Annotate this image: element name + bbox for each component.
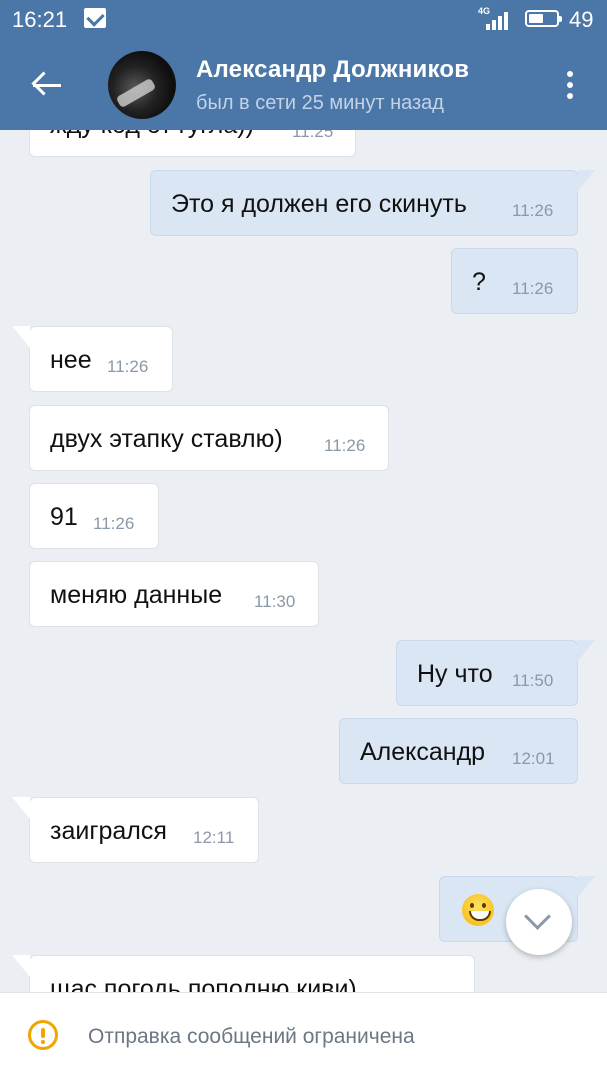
- last-seen-status: был в сети 25 минут назад: [196, 92, 444, 114]
- message-time: 11:30: [254, 592, 296, 611]
- message-time: 11:26: [512, 201, 554, 220]
- more-vertical-icon[interactable]: [560, 68, 580, 102]
- notification-icon: [84, 8, 106, 28]
- chat-header: Александр Должников был в сети 25 минут …: [0, 40, 607, 130]
- message-bubble[interactable]: меняю данные 11:30: [29, 561, 319, 627]
- message-bubble[interactable]: двух этапку ставлю) 11:26: [29, 405, 389, 471]
- message-time: 12:11: [193, 828, 235, 847]
- restriction-bar: Отправка сообщений ограничена: [0, 992, 607, 1081]
- battery-percent: 49: [569, 7, 594, 32]
- warning-icon: [28, 1020, 58, 1050]
- avatar[interactable]: [108, 51, 176, 119]
- message-bubble[interactable]: заигрался 12:11: [12, 797, 259, 863]
- message-text: двух этапку ставлю): [50, 425, 283, 453]
- message-bubble[interactable]: Александр 12:01: [339, 718, 578, 784]
- message-text: Ну что: [417, 660, 493, 688]
- message-time: 11:26: [93, 514, 135, 533]
- message-time: 11:26: [324, 436, 366, 455]
- status-bar: 16:21 4G 49: [0, 0, 607, 40]
- message-text: 91: [50, 503, 78, 531]
- message-bubble[interactable]: ? 11:26: [451, 248, 578, 314]
- message-text: Александр: [360, 738, 486, 766]
- message-text: Это я должен его скинуть: [171, 190, 467, 218]
- signal-icon: [486, 10, 512, 30]
- message-text: ?: [472, 268, 486, 296]
- message-text: заигрался: [50, 817, 167, 845]
- message-bubble[interactable]: Это я должен его скинуть 11:26: [150, 170, 595, 236]
- chevron-down-icon[interactable]: [506, 889, 572, 955]
- arrow-left-icon[interactable]: [30, 68, 66, 102]
- message-text: нее: [50, 346, 92, 374]
- message-time: 11:50: [512, 671, 554, 690]
- message-time: 11:26: [512, 279, 554, 298]
- message-bubble[interactable]: Ну что 11:50: [396, 640, 595, 706]
- restriction-text: Отправка сообщений ограничена: [88, 1025, 415, 1048]
- message-bubble[interactable]: нее 11:26: [12, 326, 173, 392]
- message-time: 12:01: [512, 749, 555, 768]
- message-text: меняю данные: [50, 581, 223, 609]
- battery-icon: [525, 10, 562, 27]
- message-time: 11:26: [107, 357, 149, 376]
- status-time: 16:21: [12, 7, 68, 32]
- grinning-face-emoji: [462, 894, 494, 926]
- contact-name[interactable]: Александр Должников: [196, 56, 469, 84]
- message-bubble[interactable]: 91 11:26: [29, 483, 159, 549]
